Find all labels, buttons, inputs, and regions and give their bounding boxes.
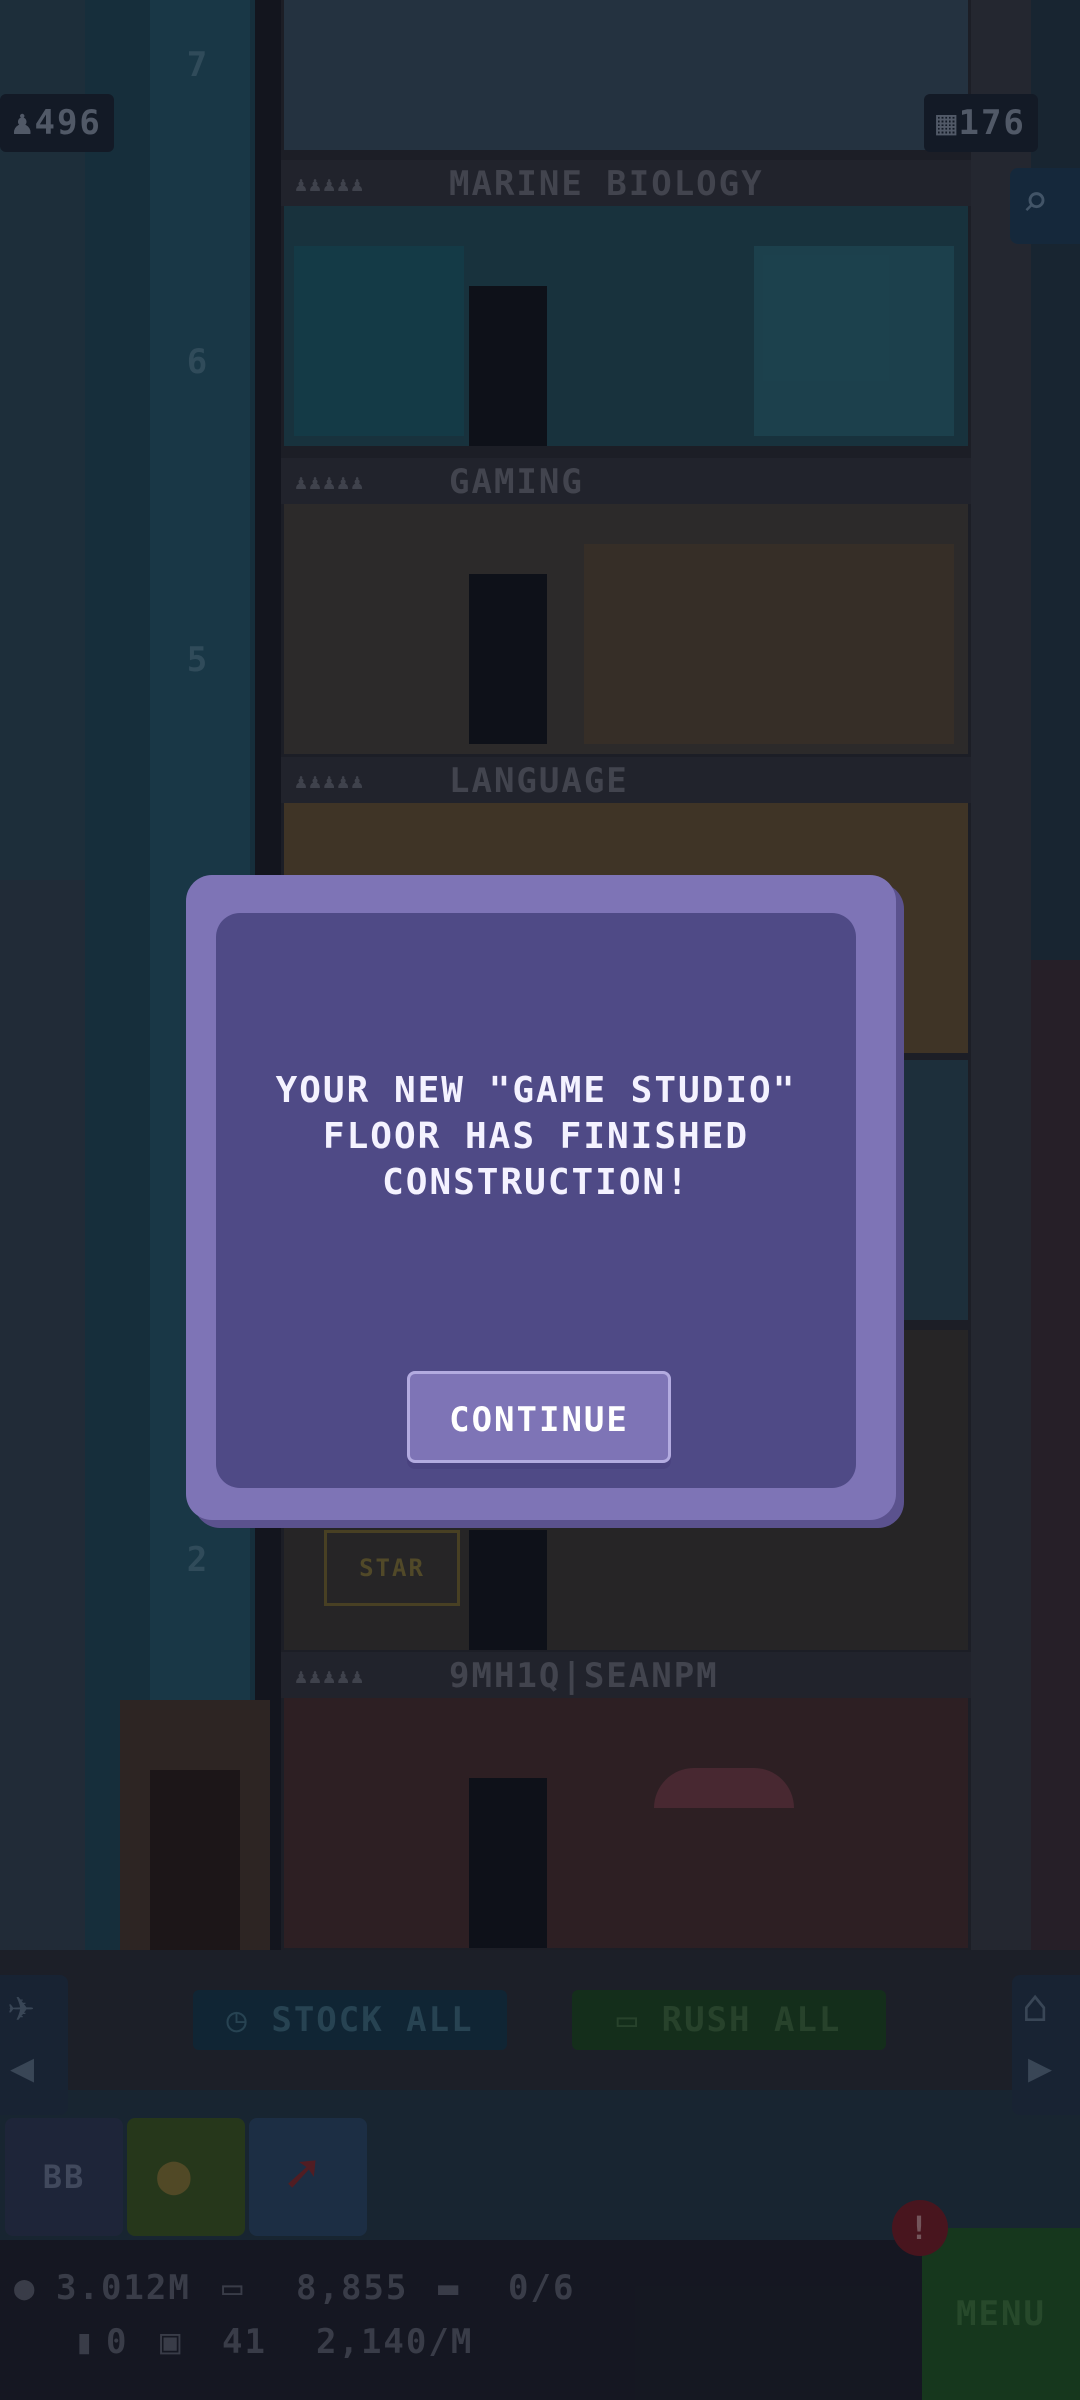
dialog-message-line: CONSTRUCTION!: [382, 1162, 690, 1203]
game-scene: 7 6 5 2 ♟♟♟♟♟ MARINE BIOLOGY ♟♟♟♟♟ GAMIN…: [0, 0, 1080, 2400]
dialog-message-line: YOUR NEW "GAME STUDIO": [275, 1070, 797, 1111]
continue-button[interactable]: CONTINUE: [407, 1371, 671, 1463]
dialog-message-line: FLOOR HAS FINISHED: [322, 1116, 750, 1157]
dialog-message: YOUR NEW "GAME STUDIO" FLOOR HAS FINISHE…: [216, 1068, 856, 1206]
